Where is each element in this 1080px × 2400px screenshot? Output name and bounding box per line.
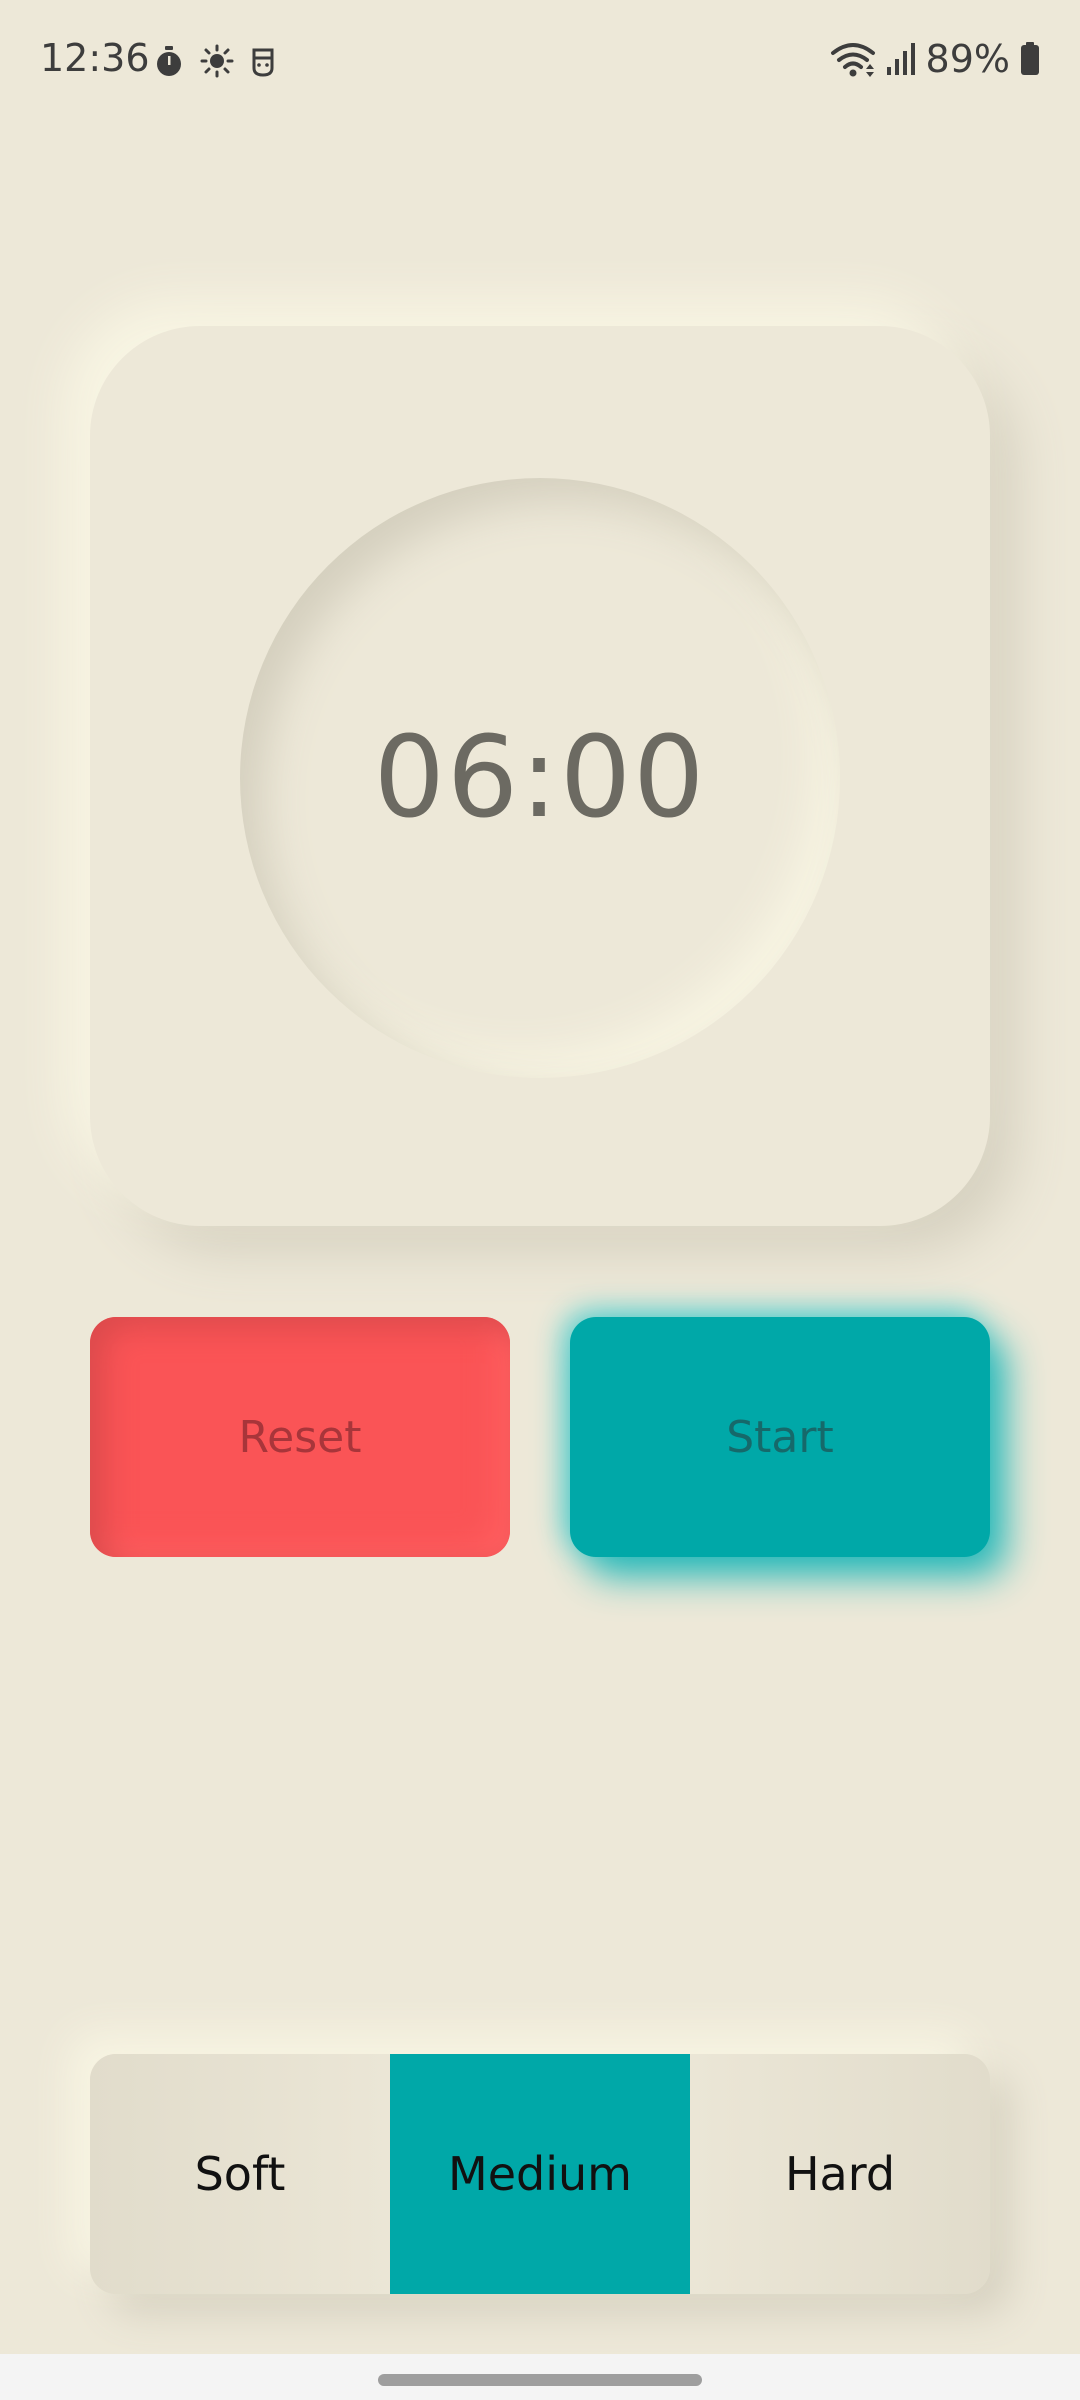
mode-hard-option[interactable]: Hard bbox=[690, 2054, 990, 2294]
mode-soft-option[interactable]: Soft bbox=[90, 2054, 390, 2294]
status-bar: 12:36 89% bbox=[0, 0, 1080, 120]
mode-selector: Soft Medium Hard bbox=[90, 2054, 990, 2294]
mode-medium-option[interactable]: Medium bbox=[390, 2054, 690, 2294]
home-gesture-handle[interactable] bbox=[378, 2374, 702, 2386]
status-time: 12:36 bbox=[40, 36, 150, 80]
timer-dial: 06:00 bbox=[240, 478, 840, 1078]
battery-percent: 89% bbox=[925, 37, 1010, 81]
battery-icon bbox=[1021, 42, 1039, 75]
timer-display: 06:00 bbox=[373, 713, 707, 843]
brightness-icon bbox=[200, 44, 234, 78]
stopwatch-icon bbox=[157, 46, 181, 76]
start-button[interactable]: Start bbox=[570, 1317, 990, 1557]
timer-card: 06:00 bbox=[90, 326, 990, 1226]
face-icon bbox=[252, 48, 274, 77]
navigation-bar bbox=[0, 2354, 1080, 2400]
signal-icon bbox=[886, 43, 915, 75]
reset-button[interactable]: Reset bbox=[90, 1317, 510, 1557]
status-right-group: 89% bbox=[830, 36, 1040, 82]
wifi-icon bbox=[830, 43, 875, 77]
